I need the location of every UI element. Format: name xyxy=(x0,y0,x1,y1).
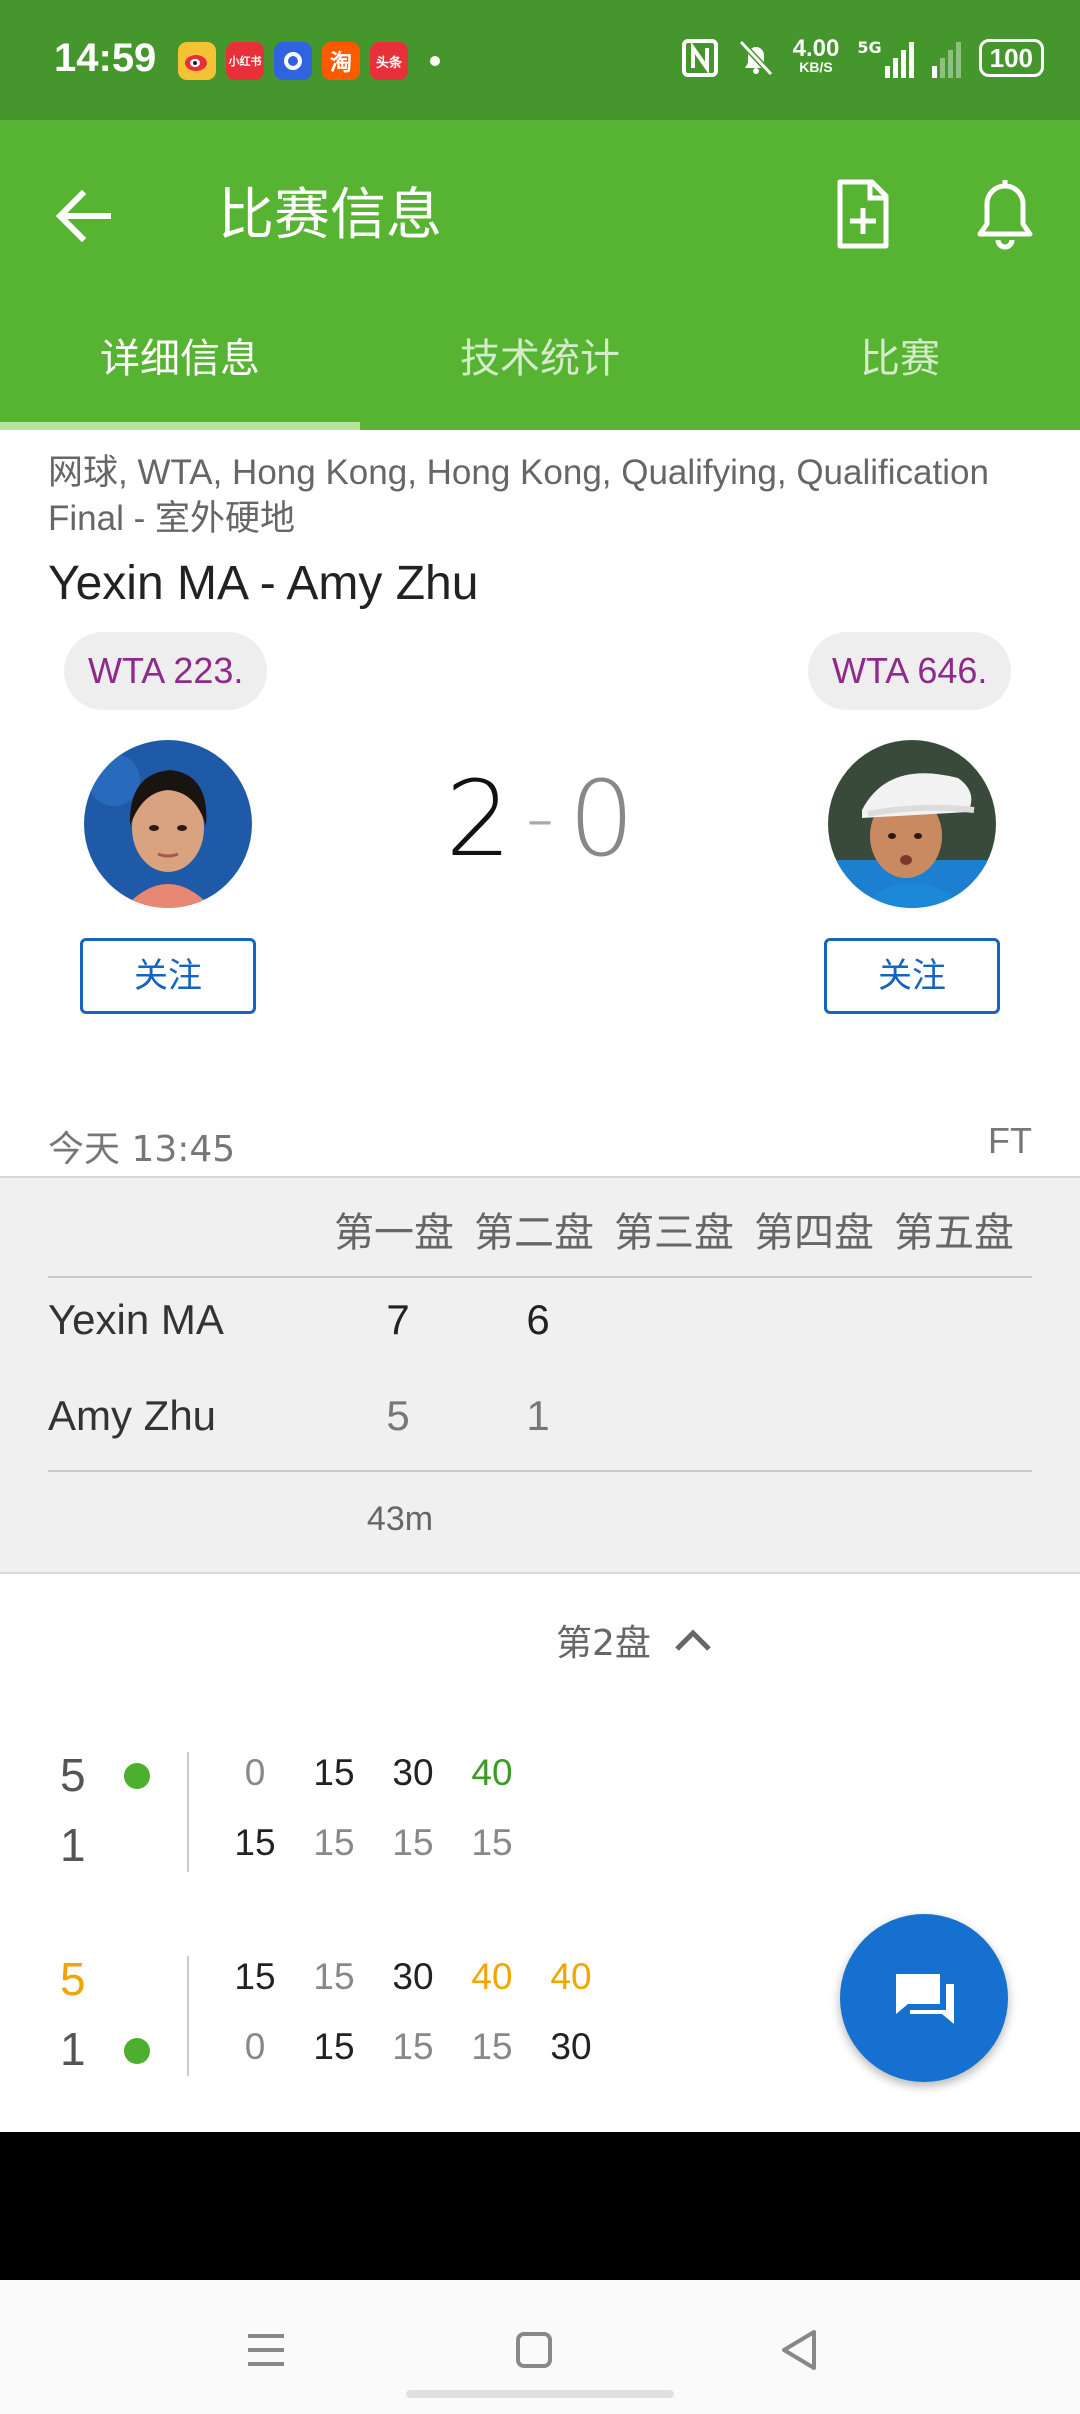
nfc-icon xyxy=(681,39,718,77)
away-score: 0 xyxy=(568,758,635,880)
tab-statistics[interactable]: 技术统计 xyxy=(360,306,720,430)
home-indicator xyxy=(406,2390,674,2398)
point-score: 15 xyxy=(471,1822,513,1863)
game-score: 1 xyxy=(60,1819,86,1871)
match-duration: 43m xyxy=(366,1500,434,1538)
tab-match[interactable]: 比赛 xyxy=(720,306,1080,430)
divider xyxy=(48,1276,1032,1278)
black-area xyxy=(0,2132,1080,2280)
set-score-cell: 7 xyxy=(386,1296,410,1343)
match-status: FT xyxy=(988,1120,1032,1161)
page-title: 比赛信息 xyxy=(218,183,442,248)
point-score: 40 xyxy=(550,1956,592,1997)
taobao-app-icon: 淘 xyxy=(322,42,360,80)
divider xyxy=(187,1752,189,1872)
point-score: 0 xyxy=(244,1752,266,1793)
status-bar: 14:59 小红书 淘 头条 4.00 KB/S 5G 100 xyxy=(0,0,1080,120)
set-headers: 第一盘 第二盘 第三盘 第四盘 第五盘 xyxy=(334,1200,1034,1258)
signal-weak-icon xyxy=(931,38,961,78)
set-score-cell: 5 xyxy=(386,1392,410,1439)
set-score-cell: 1 xyxy=(526,1392,550,1439)
set-header: 第三盘 xyxy=(614,1210,734,1256)
divider xyxy=(187,1956,189,2076)
score-separator: - xyxy=(525,771,555,864)
serve-indicator-icon xyxy=(124,1763,150,1789)
network-speed: 4.00 KB/S xyxy=(792,35,840,76)
point-score: 15 xyxy=(313,2026,355,2067)
home-score: 2 xyxy=(445,758,512,880)
match-title: Yexin MA - Amy Zhu xyxy=(48,557,479,610)
point-score: 15 xyxy=(313,1956,355,1997)
tab-details[interactable]: 详细信息 xyxy=(0,306,360,430)
point-score: 15 xyxy=(313,1822,355,1863)
battery-indicator: 100 xyxy=(978,39,1044,77)
set-selector[interactable]: 第2盘 xyxy=(556,1614,713,1666)
xiaohongshu-app-icon: 小红书 xyxy=(226,42,264,80)
mute-bell-icon xyxy=(738,39,773,77)
divider xyxy=(48,1470,1032,1472)
point-score: 15 xyxy=(234,1822,276,1863)
status-time: 14:59 xyxy=(54,36,157,80)
game-score: 5 xyxy=(60,1953,86,2005)
away-player-avatar[interactable] xyxy=(828,740,996,908)
tab-bar: 详细信息 技术统计 比赛 xyxy=(0,306,1080,430)
set-score-cell: 6 xyxy=(526,1296,550,1343)
set-row-name: Yexin MA xyxy=(48,1296,224,1343)
document-add-icon xyxy=(837,179,889,249)
chat-bubbles-icon xyxy=(896,1974,954,2024)
point-score: 0 xyxy=(244,2026,266,2067)
match-date: 今天 13:45 xyxy=(48,1129,236,1170)
follow-away-button[interactable]: 关注 xyxy=(824,938,1000,1014)
toutiao-app-icon: 头条 xyxy=(370,42,408,80)
point-score: 15 xyxy=(313,1752,355,1793)
comments-fab-button[interactable] xyxy=(840,1914,1008,2082)
status-app-icons: 小红书 淘 头条 xyxy=(178,42,440,80)
game-score: 1 xyxy=(60,2023,86,2075)
point-score: 40 xyxy=(471,1956,513,1997)
chevron-up-icon xyxy=(675,1629,711,1651)
set-selector-label: 第2盘 xyxy=(556,1623,651,1664)
point-score: 40 xyxy=(471,1752,513,1793)
app-bar: 比赛信息 详细信息 技术统计 比赛 xyxy=(0,120,1080,430)
point-by-point-game: 5 1 0 15 30 40 15 15 15 15 xyxy=(0,1748,1080,1888)
signal-5g-icon: 5G xyxy=(857,38,914,78)
point-score: 15 xyxy=(471,2026,513,2067)
point-score: 30 xyxy=(550,2026,592,2067)
tournament-info: 网球, WTA, Hong Kong, Hong Kong, Qualifyin… xyxy=(48,453,989,538)
triangle-back-icon xyxy=(782,2330,816,2370)
home-rank-badge: WTA 223. xyxy=(64,632,268,710)
set-scores-table: 第一盘 第二盘 第三盘 第四盘 第五盘 Yexin MA 7 6 Amy Zhu… xyxy=(0,1176,1080,1574)
notification-dot-icon xyxy=(430,56,440,66)
status-indicators: 4.00 KB/S 5G 100 xyxy=(681,35,1044,78)
point-score: 30 xyxy=(392,1752,434,1793)
away-rank-badge: WTA 646. xyxy=(808,632,1012,710)
set-header: 第一盘 xyxy=(334,1210,454,1256)
home-player-avatar[interactable] xyxy=(84,740,252,908)
set-row-name: Amy Zhu xyxy=(48,1392,217,1439)
serve-indicator-icon xyxy=(124,2038,150,2064)
point-score: 15 xyxy=(234,1956,276,1997)
point-score: 15 xyxy=(392,1822,434,1863)
add-to-calendar-button[interactable] xyxy=(826,172,900,256)
nav-menu-button[interactable] xyxy=(236,2320,296,2380)
point-score: 30 xyxy=(392,1956,434,1997)
set-header: 第五盘 xyxy=(894,1210,1014,1256)
nav-back-button[interactable] xyxy=(770,2320,830,2380)
bell-icon xyxy=(977,180,1033,250)
baidu-app-icon xyxy=(274,42,312,80)
point-score: 15 xyxy=(392,2026,434,2067)
set-header: 第四盘 xyxy=(754,1210,874,1256)
weibo-app-icon xyxy=(178,42,216,80)
back-button[interactable] xyxy=(46,176,126,256)
arrow-left-icon xyxy=(55,189,111,243)
follow-home-button[interactable]: 关注 xyxy=(80,938,256,1014)
square-icon xyxy=(516,2332,552,2368)
notification-button[interactable] xyxy=(968,172,1042,256)
game-score: 5 xyxy=(60,1749,86,1801)
menu-icon xyxy=(248,2334,284,2366)
match-score: 2-0 xyxy=(430,758,650,880)
set-header: 第二盘 xyxy=(474,1210,594,1256)
nav-home-button[interactable] xyxy=(504,2320,564,2380)
